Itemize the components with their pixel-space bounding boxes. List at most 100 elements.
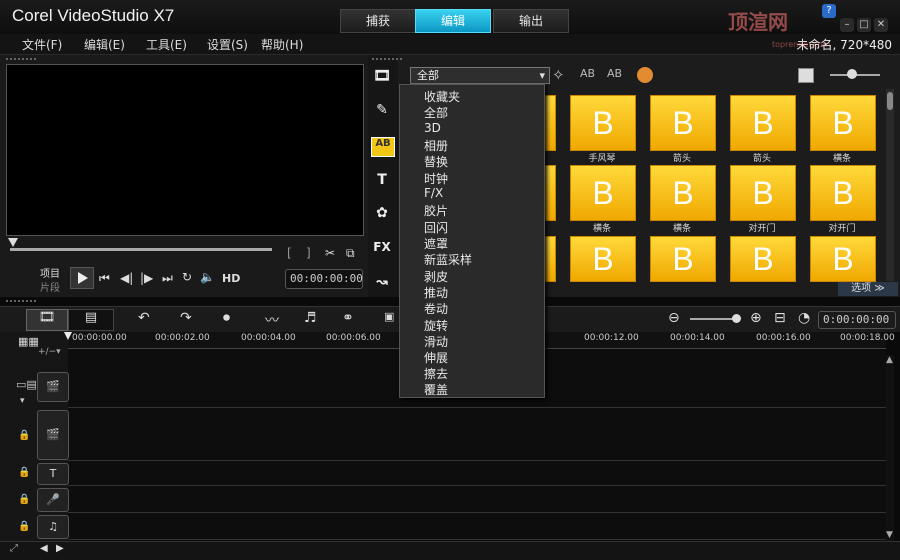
transition-thumb[interactable]: B (810, 165, 876, 221)
transition-thumb[interactable]: B (730, 165, 796, 221)
auto-music-icon[interactable]: ♬ (304, 310, 317, 326)
ripple-dropdown-icon[interactable]: ▾ (20, 396, 25, 406)
menu-file[interactable]: 文件(F) (22, 36, 62, 53)
view-mode-icon[interactable] (798, 68, 814, 83)
timeline-view-icon[interactable]: ▤ (68, 309, 114, 331)
next-frame-icon[interactable]: |▶ (140, 271, 153, 285)
mark-out-icon[interactable]: ] (306, 246, 311, 260)
scroll-right-icon[interactable]: ▶ (56, 543, 64, 554)
library-scrollbar[interactable] (886, 89, 894, 281)
transition-thumb[interactable]: B (650, 95, 716, 151)
options-button[interactable]: 选项 ≫ (838, 282, 898, 296)
redo-icon[interactable]: ↷ (180, 310, 192, 326)
transition-thumb[interactable]: B (730, 95, 796, 151)
scroll-down-icon[interactable]: ▼ (886, 530, 893, 540)
maximize-icon[interactable]: □ (857, 18, 871, 32)
split-clip-icon[interactable]: ✂ (325, 246, 335, 260)
media-icon[interactable]: 🎞 (371, 68, 393, 86)
dropdown-item[interactable]: 伸展 (424, 349, 448, 366)
playhead[interactable] (64, 332, 72, 340)
menu-help[interactable]: 帮助(H) (261, 36, 303, 53)
home-icon[interactable]: ⏮ (99, 271, 110, 286)
repeat-icon[interactable]: ↻ (182, 270, 192, 284)
add-marker-icon[interactable]: +/−▾ (38, 347, 61, 357)
music-track[interactable] (68, 513, 886, 540)
add-favorite-icon[interactable]: ✧ (552, 66, 565, 84)
scrubber-handle[interactable] (8, 238, 18, 247)
dropdown-item[interactable]: 推动 (424, 284, 448, 301)
transition-thumb[interactable]: B (650, 236, 716, 282)
filter-icon[interactable]: FX (371, 240, 393, 258)
lock-icon[interactable]: 🔒 (18, 430, 30, 441)
get-more-icon[interactable] (637, 67, 653, 83)
music-track-icon[interactable]: ♫ (37, 515, 69, 539)
storyboard-view-icon[interactable]: 🎞 (26, 309, 68, 331)
zoom-out-icon[interactable]: ⊖ (668, 310, 680, 326)
graphic-icon[interactable]: ✿ (371, 205, 393, 223)
dropdown-item[interactable]: 新蓝采样 (424, 251, 472, 268)
dropdown-item[interactable]: 卷动 (424, 300, 448, 317)
dropdown-item[interactable]: 滑动 (424, 333, 448, 350)
instant-project-icon[interactable]: ✎ (371, 102, 393, 120)
scroll-up-icon[interactable]: ▲ (886, 355, 893, 365)
transition-thumb[interactable]: B (730, 236, 796, 282)
dropdown-item[interactable]: 3D (424, 121, 441, 135)
undo-icon[interactable]: ↶ (138, 310, 150, 326)
volume-icon[interactable]: 🔈 (200, 270, 215, 284)
lock-icon[interactable]: 🔒 (18, 494, 30, 505)
hd-toggle[interactable]: HD (222, 272, 240, 285)
transition-thumb[interactable]: B (570, 165, 636, 221)
preview-timecode[interactable]: 00:00:00:00 (285, 269, 363, 289)
zoom-slider-handle[interactable] (732, 314, 741, 323)
zoom-in-icon[interactable]: ⊕ (750, 310, 762, 326)
dropdown-item[interactable]: 替换 (424, 153, 448, 170)
voice-track[interactable] (68, 486, 886, 513)
transition-thumb[interactable]: B (810, 236, 876, 282)
play-button[interactable] (70, 267, 94, 289)
voice-track-icon[interactable]: 🎤 (37, 488, 69, 512)
previous-frame-icon[interactable]: ◀| (120, 271, 133, 285)
mark-in-icon[interactable]: [ (287, 246, 292, 260)
transition-thumb[interactable]: B (570, 95, 636, 151)
track-manager-icon[interactable]: ▦▦ (18, 335, 39, 348)
overlay-track[interactable] (68, 408, 886, 461)
subtitle-editor-icon[interactable]: ▣ (384, 310, 394, 323)
record-capture-icon[interactable]: ⏺ (223, 310, 230, 326)
transition-category-select[interactable]: 全部 (410, 67, 550, 84)
clip-mode-label[interactable]: 片段 (40, 279, 60, 294)
dropdown-item[interactable]: 擦去 (424, 365, 448, 382)
fit-window-icon[interactable]: ⤢ (10, 543, 18, 554)
menu-tools[interactable]: 工具(E) (146, 36, 187, 53)
dropdown-item[interactable]: 剥皮 (424, 268, 448, 285)
library-scrollbar-thumb[interactable] (887, 92, 893, 110)
video-track-icon[interactable]: 🎬 (37, 372, 69, 402)
transition-thumb[interactable]: B (650, 165, 716, 221)
help-icon[interactable]: ? (822, 4, 836, 18)
dropdown-item[interactable]: 旋转 (424, 317, 448, 334)
dropdown-item[interactable]: 回闪 (424, 219, 448, 236)
title-track-icon[interactable]: T (37, 463, 69, 485)
title-icon[interactable]: T (371, 172, 393, 190)
menu-settings[interactable]: 设置(S) (207, 36, 248, 53)
timeline-timecode[interactable]: 0:00:00:00 (818, 311, 896, 329)
apply-to-video-icon[interactable]: AB (580, 67, 595, 80)
menu-edit[interactable]: 编辑(E) (84, 36, 125, 53)
project-duration-icon[interactable]: ◔ (798, 310, 810, 326)
dropdown-item[interactable]: 全部 (424, 104, 448, 121)
dropdown-item[interactable]: 收藏夹 (424, 88, 460, 105)
timeline-scrollbar[interactable] (886, 355, 894, 541)
scroll-left-icon[interactable]: ◀ (40, 543, 48, 554)
scrubber-bar[interactable] (10, 248, 272, 251)
lock-icon[interactable]: 🔒 (18, 467, 30, 478)
lock-icon[interactable]: 🔒 (18, 521, 30, 532)
dropdown-item[interactable]: 覆盖 (424, 381, 448, 398)
dropdown-item[interactable]: 时钟 (424, 170, 448, 187)
dropdown-item[interactable]: 胶片 (424, 202, 448, 219)
transition-thumb[interactable]: B (570, 236, 636, 282)
overlay-track-icon[interactable]: 🎬 (37, 410, 69, 460)
transition-icon[interactable]: AB (371, 137, 395, 157)
dropdown-item[interactable]: 相册 (424, 137, 448, 154)
track-toggle-icon[interactable]: ▭▤ (16, 378, 37, 391)
enlarge-icon[interactable]: ⧉ (346, 246, 355, 261)
motion-tracking-icon[interactable]: ⚭ (342, 310, 354, 326)
